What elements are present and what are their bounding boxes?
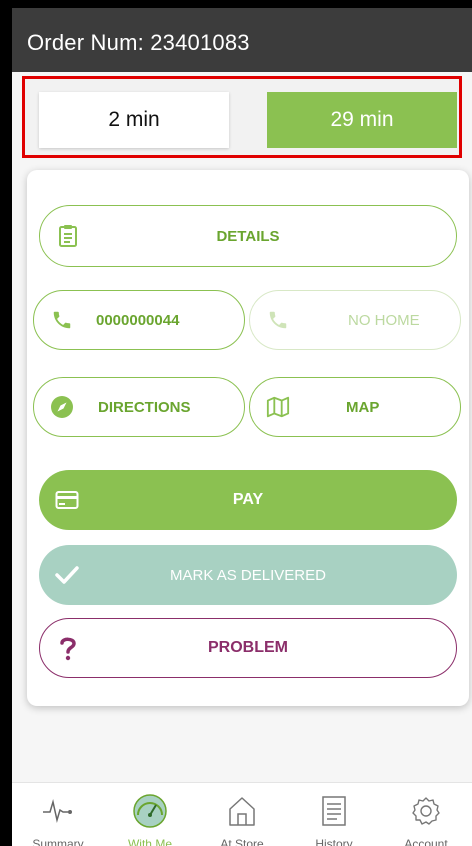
checkmark-icon (55, 562, 79, 588)
tab-label: At Store (220, 837, 264, 846)
directions-button[interactable]: DIRECTIONS (33, 377, 245, 437)
mark-delivered-label: MARK AS DELIVERED (170, 566, 326, 584)
mark-delivered-button[interactable]: MARK AS DELIVERED (39, 545, 457, 605)
tab-with-me[interactable]: With Me (104, 783, 196, 846)
details-label: DETAILS (216, 227, 280, 245)
tab-label: Summary (32, 837, 84, 846)
phone-icon (266, 307, 290, 333)
problem-button[interactable]: PROBLEM (39, 618, 457, 678)
tab-account[interactable]: Account (380, 783, 472, 846)
compass-icon (50, 394, 74, 420)
details-button[interactable]: DETAILS (39, 205, 457, 267)
pay-button[interactable]: PAY (39, 470, 457, 530)
speedometer-icon (132, 793, 168, 829)
no-home-button[interactable]: NO HOME (249, 290, 461, 350)
tab-history[interactable]: History (288, 783, 380, 846)
phone-icon (50, 307, 74, 333)
call-phone-button[interactable]: 0000000044 (33, 290, 245, 350)
tab-label: With Me (127, 837, 172, 846)
gear-icon (408, 793, 444, 829)
pulse-icon (40, 793, 76, 829)
bottom-tab-bar: Summary With Me At Store History Account (12, 782, 472, 846)
tab-label: History (315, 837, 353, 846)
map-icon (266, 394, 290, 420)
app-frame: Order Num: 23401083 2 min 29 min DETAILS (0, 0, 472, 846)
order-number-title: Order Num: 23401083 (27, 30, 250, 55)
problem-label: PROBLEM (208, 639, 288, 656)
credit-card-icon (55, 487, 79, 513)
pay-label: PAY (232, 491, 264, 508)
elapsed-time-box: 2 min (39, 92, 229, 148)
clipboard-icon (56, 223, 80, 249)
tab-at-store[interactable]: At Store (196, 783, 288, 846)
question-mark-icon (56, 635, 80, 661)
tab-summary[interactable]: Summary (12, 783, 104, 846)
document-list-icon (316, 793, 352, 829)
order-actions-card: DETAILS 0000000044 NO HOME DIRECTIONS MA… (27, 170, 469, 706)
store-icon (224, 793, 260, 829)
order-header: Order Num: 23401083 (12, 8, 472, 72)
map-button[interactable]: MAP (249, 377, 461, 437)
remaining-time-box: 29 min (267, 92, 457, 148)
tab-label: Account (404, 837, 448, 846)
timer-row: 2 min 29 min (22, 76, 462, 158)
